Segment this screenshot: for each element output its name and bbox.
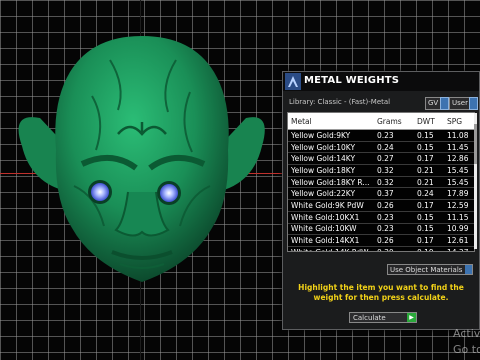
cell-dwt: 0.19 — [414, 246, 444, 251]
column-header-dwt[interactable]: DWT — [414, 113, 444, 130]
column-header-metal[interactable]: Metal — [288, 113, 374, 130]
cell-dwt: 0.17 — [414, 152, 444, 166]
cell-metal: White Gold:10KW — [288, 223, 374, 236]
cell-metal: Yellow Gold:18KY R... — [288, 176, 374, 189]
use-object-materials-button[interactable]: Use Object Materials — [387, 264, 473, 275]
cell-dwt: 0.15 — [414, 129, 444, 142]
cell-grams: 0.26 — [374, 199, 414, 212]
gv-toggle-icon[interactable] — [440, 97, 449, 110]
cell-metal: White Gold:14K PdW — [288, 246, 374, 251]
play-arrow-icon[interactable]: ▶ — [407, 313, 416, 322]
panel-titlebar[interactable]: METAL WEIGHTS — [283, 72, 479, 91]
cell-grams: 0.23 — [374, 223, 414, 236]
cell-metal: White Gold:9K PdW — [288, 199, 374, 212]
cell-spg: 15.45 — [444, 164, 474, 177]
table-row[interactable]: Yellow Gold:22KY 0.37 0.24 17.89 — [288, 187, 474, 201]
table-row[interactable]: White Gold:14KX1 0.26 0.17 12.61 — [288, 234, 474, 247]
table-row[interactable]: Yellow Gold:18KY 0.32 0.21 15.45 — [288, 164, 474, 177]
table-row[interactable]: White Gold:10KW 0.23 0.15 10.99 — [288, 223, 474, 236]
cell-dwt: 0.15 — [414, 141, 444, 154]
cell-spg: 12.61 — [444, 234, 474, 247]
cell-dwt: 0.21 — [414, 176, 444, 189]
cell-dwt: 0.24 — [414, 187, 444, 201]
cell-metal: White Gold:14KX1 — [288, 234, 374, 247]
column-header-grams[interactable]: Grams — [374, 113, 414, 130]
cell-spg: 12.86 — [444, 152, 474, 166]
cell-dwt: 0.17 — [414, 234, 444, 247]
cell-grams: 0.32 — [374, 176, 414, 189]
use-object-toggle-icon[interactable] — [465, 265, 472, 274]
watermark-line-2: Go to — [453, 343, 480, 356]
cell-dwt: 0.21 — [414, 164, 444, 177]
library-label: Library: Classic - (Fast)-Metal — [289, 98, 391, 106]
cell-grams: 0.27 — [374, 152, 414, 166]
cell-grams: 0.23 — [374, 211, 414, 224]
table-row[interactable]: Yellow Gold:9KY 0.23 0.15 11.08 — [288, 129, 474, 142]
instruction-text: Highlight the item you want to find the … — [298, 283, 464, 302]
right-eye-gem — [160, 184, 178, 202]
cell-metal: White Gold:10KX1 — [288, 211, 374, 224]
cell-grams: 0.37 — [374, 187, 414, 201]
cell-spg: 11.15 — [444, 211, 474, 224]
left-eye-gem — [91, 183, 109, 201]
cell-dwt: 0.17 — [414, 199, 444, 212]
cell-spg: 15.45 — [444, 176, 474, 189]
cell-grams: 0.24 — [374, 141, 414, 154]
user-button[interactable]: User — [449, 97, 471, 110]
table-header-row: Metal Grams DWT SPG — [288, 113, 474, 130]
app-icon — [285, 73, 301, 90]
cell-spg: 11.08 — [444, 129, 474, 142]
cell-spg: 14.37 — [444, 246, 474, 251]
cell-spg: 17.89 — [444, 187, 474, 201]
activation-watermark: Activ Go to — [453, 326, 480, 358]
cell-dwt: 0.15 — [414, 223, 444, 236]
cell-spg: 12.59 — [444, 199, 474, 212]
table-row[interactable]: Yellow Gold:18KY R... 0.32 0.21 15.45 — [288, 176, 474, 189]
cell-grams: 0.23 — [374, 129, 414, 142]
user-toggle-icon[interactable] — [469, 97, 478, 110]
cell-spg: 10.99 — [444, 223, 474, 236]
cell-grams: 0.26 — [374, 234, 414, 247]
cell-grams: 0.32 — [374, 164, 414, 177]
column-header-spg[interactable]: SPG — [444, 113, 474, 130]
cell-metal: Yellow Gold:18KY — [288, 164, 374, 177]
table-row[interactable]: Yellow Gold:10KY 0.24 0.15 11.45 — [288, 141, 474, 154]
table-scroll-thumb[interactable] — [474, 124, 477, 164]
table-row[interactable]: White Gold:14K PdW0.300.1914.37 — [288, 246, 474, 251]
table-row[interactable]: Yellow Gold:14KY 0.27 0.17 12.86 — [288, 152, 474, 166]
table-row[interactable]: White Gold:10KX1 0.23 0.15 11.15 — [288, 211, 474, 224]
gv-button[interactable]: GV — [425, 97, 442, 110]
metal-weights-panel: METAL WEIGHTS Library: Classic - (Fast)-… — [282, 71, 480, 330]
cell-grams: 0.30 — [374, 246, 414, 251]
table-row[interactable]: White Gold:9K PdW 0.26 0.17 12.59 — [288, 199, 474, 212]
cell-metal: Yellow Gold:10KY — [288, 141, 374, 154]
cell-dwt: 0.15 — [414, 211, 444, 224]
cell-spg: 11.45 — [444, 141, 474, 154]
watermark-line-1: Activ — [453, 327, 480, 340]
panel-title: METAL WEIGHTS — [304, 75, 400, 86]
metal-table[interactable]: Metal Grams DWT SPG Yellow Gold:9KY 0.23 0… — [287, 112, 475, 252]
cell-metal: Yellow Gold:9KY — [288, 129, 374, 142]
cell-metal: Yellow Gold:14KY — [288, 152, 374, 166]
cell-metal: Yellow Gold:22KY — [288, 187, 374, 201]
